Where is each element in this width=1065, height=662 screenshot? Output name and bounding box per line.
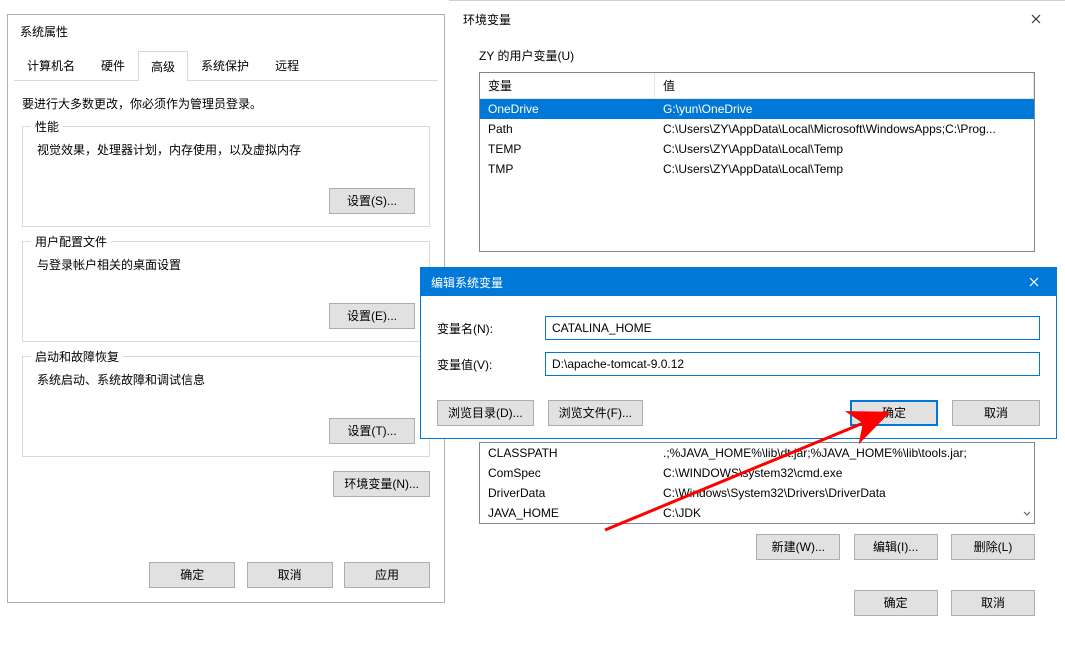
group-title-startup: 启动和故障恢复	[31, 348, 123, 365]
tab-computer-name[interactable]: 计算机名	[14, 50, 88, 80]
browse-file-button[interactable]: 浏览文件(F)...	[548, 400, 643, 426]
close-icon[interactable]	[1021, 9, 1051, 29]
table-row[interactable]: Path C:\Users\ZY\AppData\Local\Microsoft…	[480, 119, 1034, 139]
environment-variables-button[interactable]: 环境变量(N)...	[333, 471, 430, 497]
user-vars-label: ZY 的用户变量(U)	[479, 47, 1035, 64]
tab-bar: 计算机名 硬件 高级 系统保护 远程	[14, 50, 438, 81]
system-vars-table[interactable]: CLASSPATH .;%JAVA_HOME%\lib\dt.jar;%JAVA…	[479, 442, 1035, 524]
window-title: 系统属性	[8, 15, 444, 50]
admin-note: 要进行大多数更改，你必须作为管理员登录。	[22, 95, 430, 112]
envwin-titlebar: 环境变量	[449, 1, 1065, 39]
tab-remote[interactable]: 远程	[262, 50, 312, 80]
startup-recovery-group: 启动和故障恢复 系统启动、系统故障和调试信息 设置(T)...	[22, 356, 430, 457]
cancel-button[interactable]: 取消	[951, 590, 1035, 616]
table-row[interactable]: DriverData C:\Windows\System32\Drivers\D…	[480, 483, 1034, 503]
sysprop-body: 要进行大多数更改，你必须作为管理员登录。 性能 视觉效果，处理器计划，内存使用，…	[8, 81, 444, 507]
scroll-indicator-icon[interactable]	[1022, 507, 1032, 521]
dialog-body: 变量名(N): 变量值(V):	[421, 296, 1056, 400]
delete-button[interactable]: 删除(L)	[951, 534, 1035, 560]
settings-performance-button[interactable]: 设置(S)...	[329, 188, 415, 214]
dialog-button-row: 浏览目录(D)... 浏览文件(F)... 确定 取消	[421, 400, 1056, 440]
edit-system-variable-dialog: 编辑系统变量 变量名(N): 变量值(V): 浏览目录(D)... 浏览文件(F…	[420, 267, 1057, 439]
ok-button[interactable]: 确定	[854, 590, 938, 616]
var-value-input[interactable]	[545, 352, 1040, 376]
envwin-title-text: 环境变量	[463, 11, 511, 28]
browse-directory-button[interactable]: 浏览目录(D)...	[437, 400, 534, 426]
close-icon[interactable]	[1012, 268, 1056, 296]
cancel-button[interactable]: 取消	[247, 562, 333, 588]
group-desc-startup: 系统启动、系统故障和调试信息	[37, 371, 415, 388]
user-vars-table[interactable]: 变量 值 OneDrive G:\yun\OneDrive Path C:\Us…	[479, 72, 1035, 252]
var-value-label: 变量值(V):	[437, 356, 545, 373]
table-row[interactable]: JAVA_HOME C:\JDK	[480, 503, 1034, 523]
ok-button[interactable]: 确定	[149, 562, 235, 588]
user-profiles-group: 用户配置文件 与登录帐户相关的桌面设置 设置(E)...	[22, 241, 430, 342]
ok-button[interactable]: 确定	[850, 400, 938, 426]
col-value[interactable]: 值	[655, 73, 1034, 98]
var-name-input[interactable]	[545, 316, 1040, 340]
edit-button[interactable]: 编辑(I)...	[854, 534, 938, 560]
dialog-title: 编辑系统变量	[431, 274, 503, 291]
table-row[interactable]: OneDrive G:\yun\OneDrive	[480, 99, 1034, 119]
var-name-label: 变量名(N):	[437, 320, 545, 337]
group-title-performance: 性能	[31, 118, 63, 135]
settings-startup-button[interactable]: 设置(T)...	[329, 418, 415, 444]
new-button[interactable]: 新建(W)...	[756, 534, 840, 560]
apply-button[interactable]: 应用	[344, 562, 430, 588]
tab-system-protection[interactable]: 系统保护	[188, 50, 262, 80]
tab-advanced[interactable]: 高级	[138, 51, 188, 81]
group-desc-user-profiles: 与登录帐户相关的桌面设置	[37, 256, 415, 273]
table-row[interactable]: TMP C:\Users\ZY\AppData\Local\Temp	[480, 159, 1034, 179]
system-properties-window: 系统属性 计算机名 硬件 高级 系统保护 远程 要进行大多数更改，你必须作为管理…	[7, 14, 445, 603]
envwin-footer: 确定 取消	[449, 578, 1065, 632]
sysvars-button-row: 新建(W)... 编辑(I)... 删除(L)	[479, 534, 1035, 560]
settings-user-profiles-button[interactable]: 设置(E)...	[329, 303, 415, 329]
performance-group: 性能 视觉效果，处理器计划，内存使用，以及虚拟内存 设置(S)...	[22, 126, 430, 227]
dialog-titlebar[interactable]: 编辑系统变量	[421, 268, 1056, 296]
table-header: 变量 值	[480, 73, 1034, 99]
table-row[interactable]: TEMP C:\Users\ZY\AppData\Local\Temp	[480, 139, 1034, 159]
group-title-user-profiles: 用户配置文件	[31, 233, 111, 250]
group-desc-performance: 视觉效果，处理器计划，内存使用，以及虚拟内存	[37, 141, 415, 158]
sysprop-footer: 确定 取消 应用	[141, 562, 430, 588]
table-row[interactable]: CLASSPATH .;%JAVA_HOME%\lib\dt.jar;%JAVA…	[480, 443, 1034, 463]
col-variable[interactable]: 变量	[480, 73, 655, 98]
cancel-button[interactable]: 取消	[952, 400, 1040, 426]
table-row[interactable]: ComSpec C:\WINDOWS\system32\cmd.exe	[480, 463, 1034, 483]
tab-hardware[interactable]: 硬件	[88, 50, 138, 80]
